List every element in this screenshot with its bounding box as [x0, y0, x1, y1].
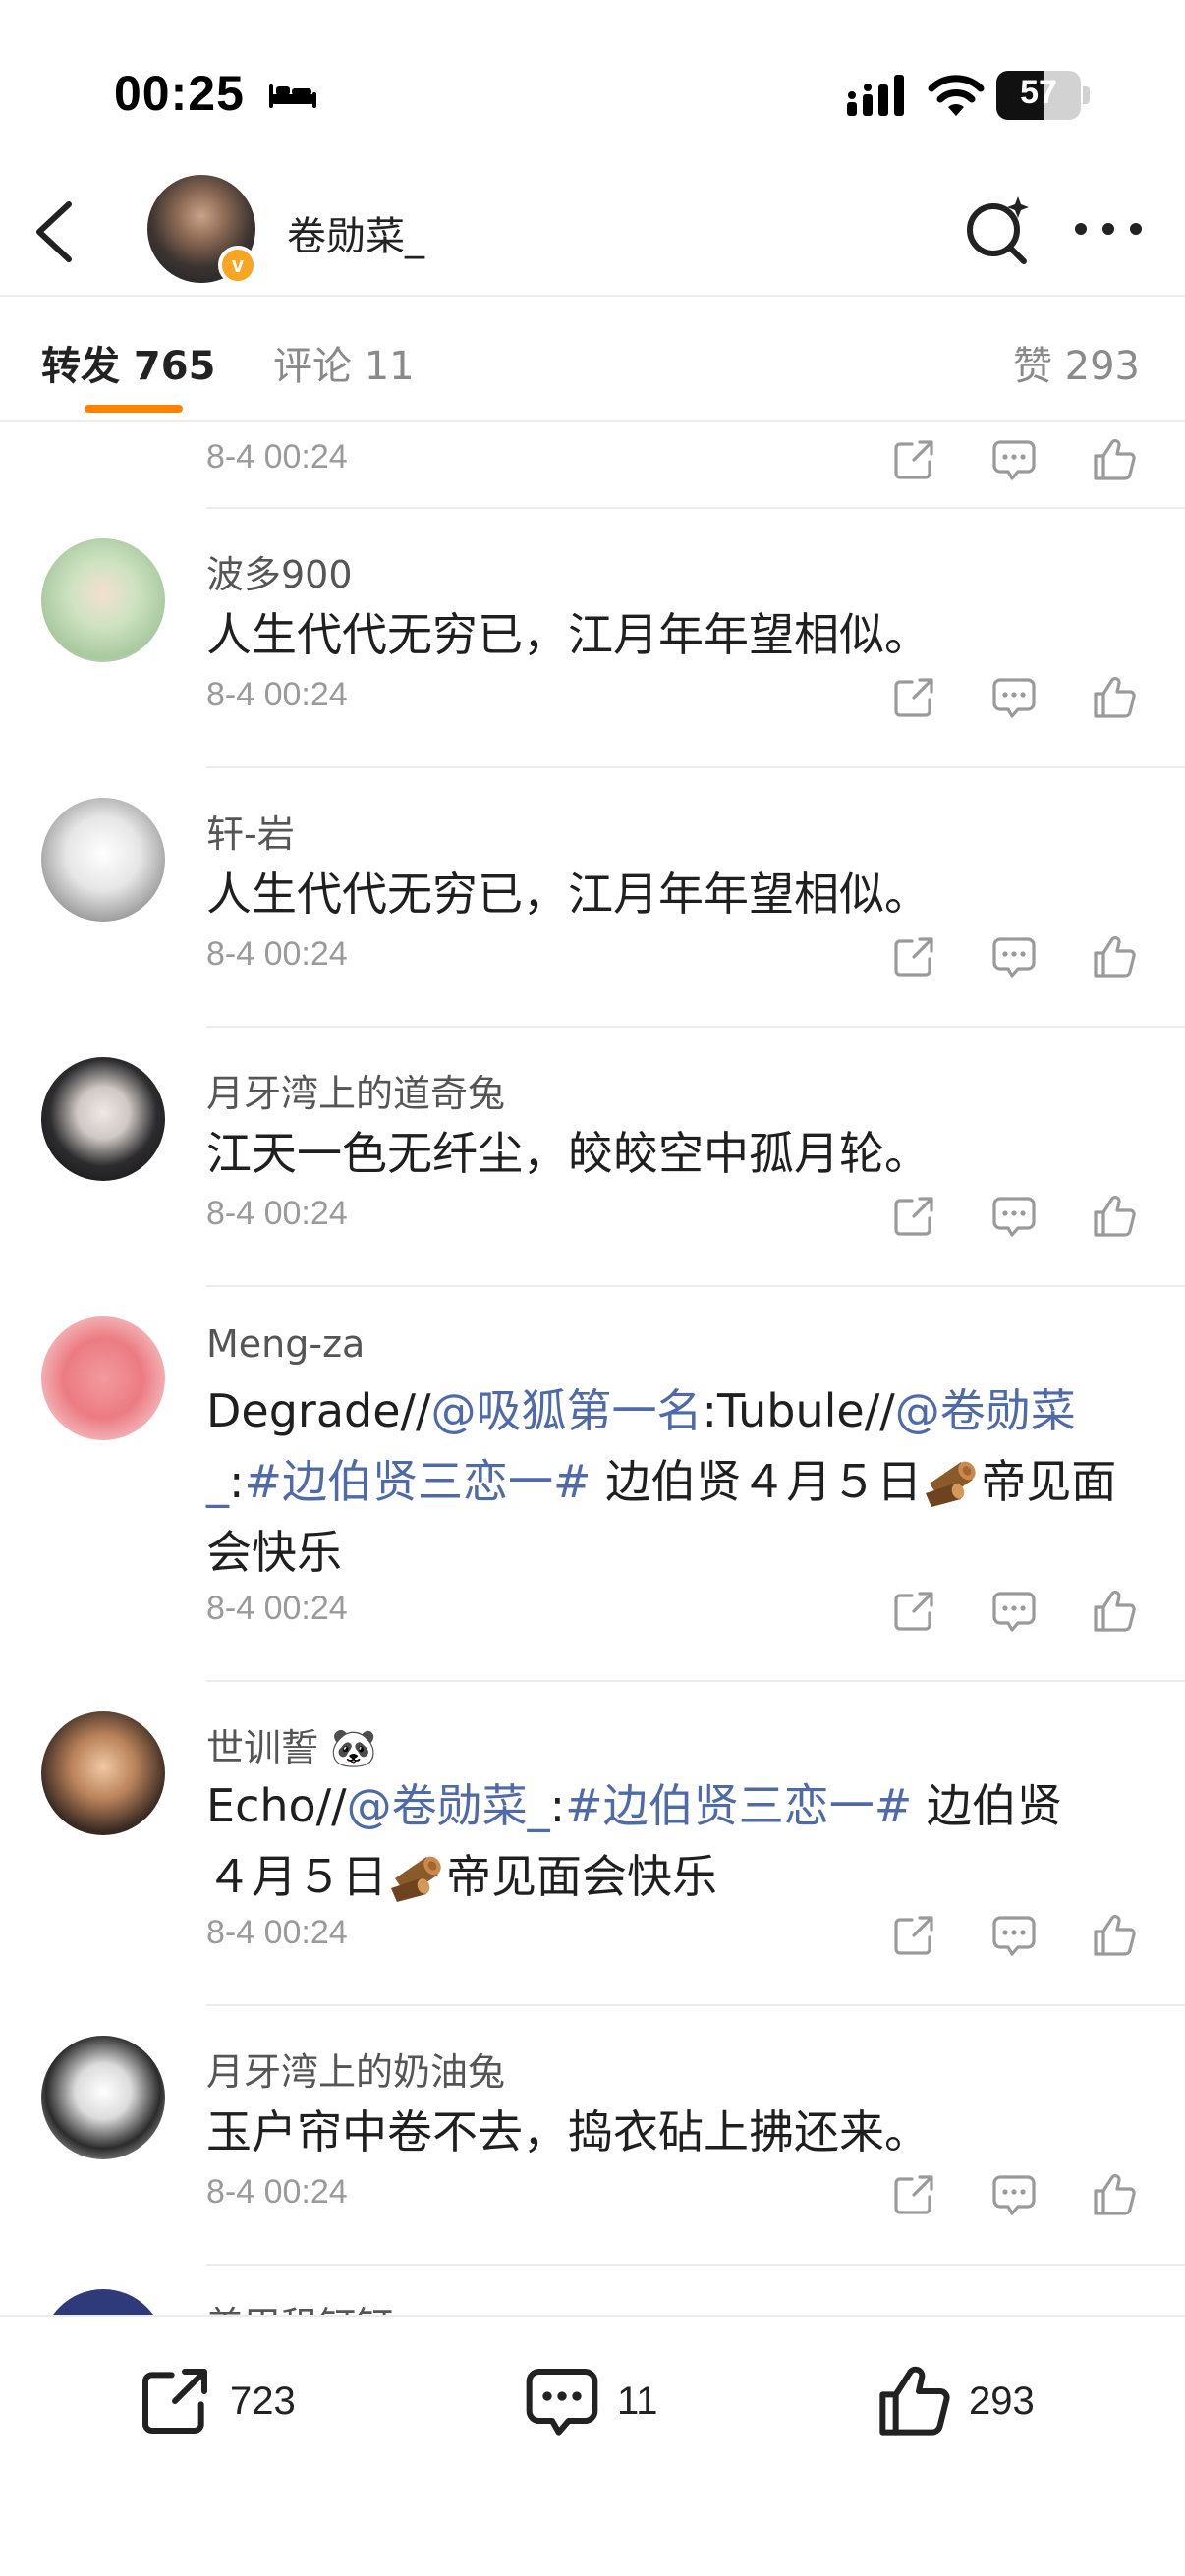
- status-time: 00:25: [114, 66, 245, 121]
- username[interactable]: 月牙湾上的道奇兔: [206, 1063, 505, 1117]
- avatar[interactable]: [41, 538, 165, 662]
- page-title[interactable]: 卷勋菜_: [287, 204, 424, 261]
- repost-text: 玉户帘中卷不去，捣衣砧上拂还来。: [206, 2105, 930, 2158]
- comment-icon[interactable]: [990, 1193, 1038, 1240]
- nav-header: v 卷勋菜_: [0, 167, 1185, 297]
- mention-link[interactable]: @卷勋菜: [895, 1384, 1076, 1437]
- repost-text: 江天一色无纤尘，皎皎空中孤月轮。: [206, 1127, 930, 1180]
- list-item[interactable]: 轩-岩 人生代代无穷已，江月年年望相似。 8-4 00:24: [0, 768, 1185, 1028]
- panda-emoji-icon: 🐼: [330, 1726, 377, 1769]
- timestamp: 8-4 00:24: [206, 1914, 348, 1951]
- comment-count: 11: [617, 2380, 658, 2423]
- timestamp: 8-4 00:24: [206, 676, 348, 713]
- timestamp: 8-4 00:24: [206, 438, 348, 476]
- like-button[interactable]: 293: [875, 2362, 1091, 2450]
- tab-repost[interactable]: 转发 765: [41, 334, 215, 391]
- timestamp: 8-4 00:24: [206, 1590, 348, 1627]
- avatar[interactable]: [41, 1316, 165, 1440]
- comment-icon: [523, 2362, 601, 2440]
- like-icon: [875, 2362, 953, 2440]
- active-tab-indicator: [85, 405, 183, 413]
- avatar[interactable]: [41, 2036, 165, 2159]
- like-icon[interactable]: [1091, 674, 1138, 721]
- log-emoji-icon: [387, 1849, 446, 1902]
- mention-link[interactable]: @吸狐第一名: [431, 1384, 703, 1437]
- like-icon[interactable]: [1091, 436, 1138, 483]
- comment-button[interactable]: 11: [523, 2362, 719, 2450]
- status-bar: 00:25 57: [0, 0, 1185, 167]
- hashtag-link[interactable]: #边伯贤三恋一#: [245, 1455, 592, 1508]
- comment-icon[interactable]: [990, 436, 1038, 483]
- battery-icon: 57: [996, 71, 1081, 120]
- repost-text: 人生代代无穷已，江月年年望相似。: [206, 868, 930, 921]
- tab-comments[interactable]: 评论 11: [273, 334, 415, 391]
- list-item[interactable]: 月牙湾上的奶油兔 玉户帘中卷不去，捣衣砧上拂还来。 8-4 00:24: [0, 2006, 1185, 2266]
- comment-icon[interactable]: [990, 1912, 1038, 1959]
- share-icon: [136, 2362, 214, 2440]
- signal-icon: [847, 75, 904, 116]
- search-icon[interactable]: [961, 193, 1034, 265]
- share-icon[interactable]: [890, 674, 937, 721]
- like-icon[interactable]: [1091, 1193, 1138, 1240]
- timestamp: 8-4 00:24: [206, 1195, 348, 1232]
- avatar[interactable]: [41, 1711, 165, 1835]
- repost-text: 人生代代无穷已，江月年年望相似。: [206, 608, 930, 661]
- timestamp: 8-4 00:24: [206, 2173, 348, 2211]
- avatar[interactable]: [41, 1057, 165, 1181]
- tab-likes[interactable]: 赞 293: [1013, 334, 1140, 391]
- share-icon[interactable]: [890, 1912, 937, 1959]
- comment-icon[interactable]: [990, 1588, 1038, 1635]
- timestamp: 8-4 00:24: [206, 935, 348, 973]
- like-icon[interactable]: [1091, 2171, 1138, 2218]
- log-emoji-icon: [922, 1454, 981, 1507]
- repost-count: 723: [230, 2380, 296, 2423]
- comment-icon[interactable]: [990, 674, 1038, 721]
- repost-button[interactable]: 723: [136, 2362, 352, 2450]
- battery-percent: 57: [1020, 74, 1057, 111]
- list-item: 8-4 00:24: [0, 424, 1185, 509]
- list-item[interactable]: Meng-za Degrade//@吸狐第一名:Tubule//@卷勋菜 _:#边…: [0, 1287, 1185, 1682]
- like-icon[interactable]: [1091, 1588, 1138, 1635]
- back-icon[interactable]: [28, 196, 86, 267]
- list-item[interactable]: 美甲租钉钉: [0, 2266, 1185, 2315]
- list-item[interactable]: 月牙湾上的道奇兔 江天一色无纤尘，皎皎空中孤月轮。 8-4 00:24: [0, 1028, 1185, 1287]
- like-icon[interactable]: [1091, 1912, 1138, 1959]
- more-icon[interactable]: [1071, 212, 1146, 246]
- list-item[interactable]: 波多900 人生代代无穷已，江月年年望相似。 8-4 00:24: [0, 509, 1185, 768]
- share-icon[interactable]: [890, 2171, 937, 2218]
- like-count: 293: [969, 2380, 1035, 2423]
- username[interactable]: 世训誓 🐼: [206, 1717, 376, 1771]
- username[interactable]: 波多900: [206, 544, 353, 598]
- hashtag-link[interactable]: #边伯贤三恋一#: [565, 1779, 912, 1832]
- repost-text: Echo//@卷勋菜_:#边伯贤三恋一# 边伯贤 ４月５日 帝见面会快乐: [206, 1779, 1062, 1903]
- bottom-action-bar: 723 11 293: [0, 2315, 1185, 2576]
- avatar[interactable]: [41, 2289, 165, 2315]
- share-icon[interactable]: [890, 1588, 937, 1635]
- share-icon[interactable]: [890, 933, 937, 980]
- like-icon[interactable]: [1091, 933, 1138, 980]
- comment-icon[interactable]: [990, 933, 1038, 980]
- list-item[interactable]: 世训誓 🐼 Echo//@卷勋菜_:#边伯贤三恋一# 边伯贤 ４月５日 帝见面会快乐…: [0, 1682, 1185, 2006]
- battery-tip: [1083, 86, 1090, 104]
- username[interactable]: 轩-岩: [206, 804, 295, 858]
- avatar[interactable]: [41, 798, 165, 922]
- username[interactable]: Meng-za: [206, 1322, 365, 1366]
- username[interactable]: 美甲租钉钉: [206, 2295, 393, 2315]
- verified-badge: v: [218, 246, 257, 285]
- repost-list: 8-4 00:24 波多900 人生代代无穷已，江月年年望相似。 8-4 00:…: [0, 424, 1185, 2315]
- comment-icon[interactable]: [990, 2171, 1038, 2218]
- username[interactable]: 月牙湾上的奶油兔: [206, 2042, 505, 2096]
- repost-text: Degrade//@吸狐第一名:Tubule//@卷勋菜 _:#边伯贤三恋一# 边…: [206, 1384, 1117, 1579]
- bed-icon: [269, 84, 316, 108]
- wifi-icon: [928, 75, 985, 116]
- tab-bar: 转发 765 评论 11 赞 293: [0, 299, 1185, 422]
- share-icon[interactable]: [890, 436, 937, 483]
- share-icon[interactable]: [890, 1193, 937, 1240]
- mention-link[interactable]: @卷勋菜_: [347, 1779, 550, 1832]
